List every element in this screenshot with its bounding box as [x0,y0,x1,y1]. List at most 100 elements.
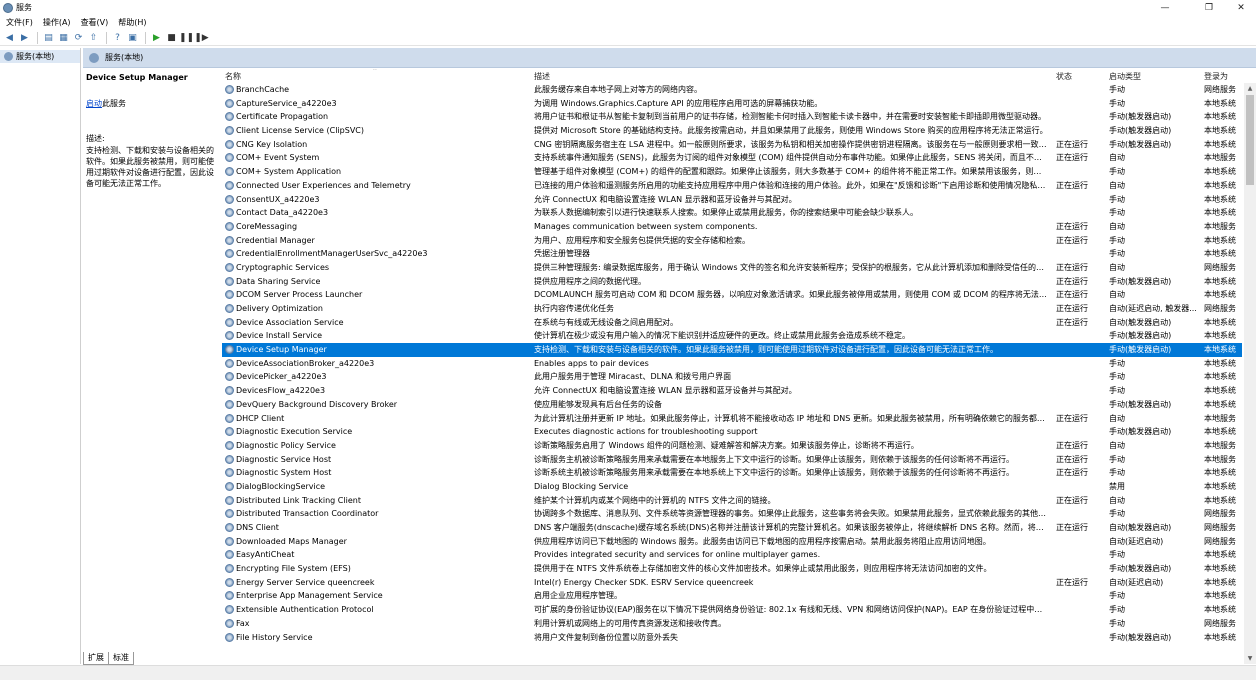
pause-service-icon[interactable]: ❚❚ [179,31,194,44]
search-icon [89,52,99,63]
table-row[interactable]: Downloaded Maps Manager 供应用程序访问已下载地图的 Win… [222,535,1242,549]
service-name-cell: COM+ Event System [236,153,320,163]
export-list-icon[interactable]: ⇧ [87,31,100,44]
table-row[interactable]: Credential Manager 为用户、应用程序和安全服务包提供凭据的安全存… [222,234,1242,248]
tab-standard[interactable]: 标准 [108,652,134,665]
scrollbar-thumb[interactable] [1246,95,1254,185]
column-logon-as[interactable]: 登录为 [1204,71,1228,82]
gear-icon [4,52,13,61]
table-row[interactable]: Diagnostic Execution Service Executes dia… [222,425,1242,439]
table-row[interactable]: Connected User Experiences and Telemetry… [222,179,1242,193]
back-icon[interactable]: ◀ [3,31,16,44]
service-startup-cell: 自动 [1109,290,1125,300]
table-row[interactable]: Certificate Propagation 将用户证书和根证书从智能卡复制到当… [222,110,1242,124]
scroll-down-icon[interactable]: ▼ [1244,653,1256,664]
service-name-cell: Diagnostic Execution Service [236,427,353,437]
service-gear-icon [225,399,234,409]
help-icon[interactable]: ? [111,31,124,44]
service-gear-icon [225,194,234,204]
table-row[interactable]: Enterprise App Management Service 启用企业应用程… [222,589,1242,603]
table-row[interactable]: Extensible Authentication Protocol 可扩展的身份… [222,603,1242,617]
table-row[interactable]: Device Install Service 使计算机在极少或没有用户输入的情况下… [222,329,1242,343]
refresh-icon[interactable]: ⟳ [72,31,85,44]
table-row[interactable]: DevicePicker_a4220e3 此用户服务用于管理 Miracast、D… [222,370,1242,384]
menu-view[interactable]: 查看(V) [81,17,109,28]
table-row[interactable]: Encrypting File System (EFS) 提供用于在 NTFS 文… [222,562,1242,576]
service-status-cell: 正在运行 [1056,262,1088,272]
service-gear-icon [225,605,234,615]
menu-file[interactable]: 文件(F) [6,17,33,28]
scroll-up-icon[interactable]: ▲ [1244,83,1256,94]
stop-service-icon[interactable]: ■ [165,31,178,44]
service-name-cell: Credential Manager [236,235,315,245]
service-description-cell: 为联系人数据编制索引以进行快速联系人搜索。如果停止或禁用此服务，你的搜索结果中可… [534,208,918,218]
table-row[interactable]: Distributed Link Tracking Client 维护某个计算机内… [222,494,1242,508]
tab-extended[interactable]: 扩展 [83,652,109,665]
service-logon-cell: 本地系统 [1204,468,1236,478]
table-row[interactable]: Client License Service (ClipSVC) 提供对 Micr… [222,124,1242,138]
service-gear-icon [225,276,234,286]
table-row[interactable]: Energy Server Service queencreek Intel(r)… [222,576,1242,590]
service-name-cell: Enterprise App Management Service [236,591,383,601]
tree-item-services-local[interactable]: 服务(本地) [0,50,80,63]
table-row[interactable]: CredentialEnrollmentManagerUserSvc_a4220… [222,247,1242,261]
table-row[interactable]: EasyAntiCheat Provides integrated securit… [222,548,1242,562]
start-service-link[interactable]: 启动 [86,99,102,108]
table-row[interactable]: Cryptographic Services 提供三种管理服务: 编录数据库服务，… [222,261,1242,275]
service-startup-cell: 手动 [1109,358,1125,368]
table-row[interactable]: BranchCache 此服务缓存来自本地子网上对等方的网络内容。 手动 网络服务 [222,83,1242,97]
table-row[interactable]: File History Service 将用户文件复制到备份位置以防意外丢失 手动… [222,631,1242,645]
table-row[interactable]: Distributed Transaction Coordinator 协调跨多个… [222,507,1242,521]
column-startup-type[interactable]: 启动类型 [1109,71,1141,82]
start-service-icon[interactable]: ▶ [150,31,163,44]
service-status-cell: 正在运行 [1056,454,1088,464]
service-status-cell: 正在运行 [1056,468,1088,478]
table-row[interactable]: Device Setup Manager 支持检测、下载和安装与设备相关的软件。如… [222,343,1242,357]
minimize-button[interactable]: — [1148,0,1182,15]
service-logon-cell: 本地系统 [1204,112,1236,122]
table-row[interactable]: DeviceAssociationBroker_a4220e3 Enables a… [222,357,1242,371]
restart-service-icon[interactable]: ❚▶ [194,31,208,44]
restore-button[interactable]: ❐ [1192,0,1226,15]
table-row[interactable]: CaptureService_a4220e3 为调用 Windows.Graphi… [222,97,1242,111]
table-row[interactable]: Fax 利用计算机或网络上的可用传真资源发送和接收传真。 手动 网络服务 [222,617,1242,631]
console-icon[interactable]: ▣ [126,31,139,44]
column-description[interactable]: 描述 [534,71,550,82]
close-button[interactable]: ✕ [1224,0,1256,15]
service-description-cell: 允许 ConnectUX 和电脑设置连接 WLAN 显示器和蓝牙设备并与其配对。 [534,386,797,396]
table-row[interactable]: Data Sharing Service 提供应用程序之间的数据代理。 正在运行 手动… [222,275,1242,289]
table-row[interactable]: COM+ System Application 管理基于组件对象模型 (COM+)… [222,165,1242,179]
table-row[interactable]: DCOM Server Process Launcher DCOMLAUNCH 服… [222,288,1242,302]
table-row[interactable]: Diagnostic System Host 诊断系统主机被诊断策略服务用来承载需… [222,466,1242,480]
table-row[interactable]: DevQuery Background Discovery Broker 使应用能… [222,398,1242,412]
table-row[interactable]: COM+ Event System 支持系统事件通知服务 (SENS)，此服务为订… [222,151,1242,165]
menu-action[interactable]: 操作(A) [43,17,71,28]
column-name[interactable]: 名称 [225,71,241,82]
show-hide-tree-icon[interactable]: ▤ [42,31,55,44]
table-row[interactable]: ConsentUX_a4220e3 允许 ConnectUX 和电脑设置连接 WL… [222,193,1242,207]
vertical-scrollbar[interactable]: ▲ ▼ [1244,83,1256,664]
table-row[interactable]: CNG Key Isolation CNG 密钥隔离服务宿主在 LSA 进程中。如… [222,138,1242,152]
pane-header-title: 服务(本地) [105,53,144,62]
service-status-cell: 正在运行 [1056,276,1088,286]
column-status[interactable]: 状态 [1056,71,1072,82]
table-row[interactable]: DevicesFlow_a4220e3 允许 ConnectUX 和电脑设置连接 … [222,384,1242,398]
menu-help[interactable]: 帮助(H) [118,17,146,28]
service-description-cell: 提供用于在 NTFS 文件系统卷上存储加密文件的核心文件加密技术。如果停止或禁用… [534,564,992,574]
service-name-cell: Encrypting File System (EFS) [236,564,351,574]
table-row[interactable]: Contact Data_a4220e3 为联系人数据编制索引以进行快速联系人搜索… [222,206,1242,220]
table-row[interactable]: Diagnostic Service Host 诊断服务主机被诊断策略服务用来承载… [222,453,1242,467]
forward-icon[interactable]: ▶ [18,31,31,44]
table-row[interactable]: DialogBlockingService Dialog Blocking Ser… [222,480,1242,494]
table-row[interactable]: Delivery Optimization 执行内容传递优化任务 正在运行 自动(延迟… [222,302,1242,316]
service-description-cell: 提供对 Microsoft Store 的基础结构支持。此服务按需启动，并且如果… [534,126,1048,136]
table-row[interactable]: CoreMessaging Manages communication betwe… [222,220,1242,234]
table-row[interactable]: DHCP Client 为此计算机注册并更新 IP 地址。如果此服务停止，计算机将… [222,412,1242,426]
service-status-cell: 正在运行 [1056,180,1088,190]
table-row[interactable]: DNS Client DNS 客户端服务(dnscache)缓存域名系统(DNS)… [222,521,1242,535]
table-row[interactable]: Diagnostic Policy Service 诊断策略服务启用了 Windo… [222,439,1242,453]
properties-icon[interactable]: ▦ [57,31,70,44]
service-name-cell: Device Setup Manager [236,345,327,355]
service-description-cell: 诊断服务主机被诊断策略服务用来承载需要在本地服务上下文中运行的诊断。如果停止该服… [534,454,1014,464]
table-row[interactable]: Device Association Service 在系统与有线或无线设备之间启… [222,316,1242,330]
